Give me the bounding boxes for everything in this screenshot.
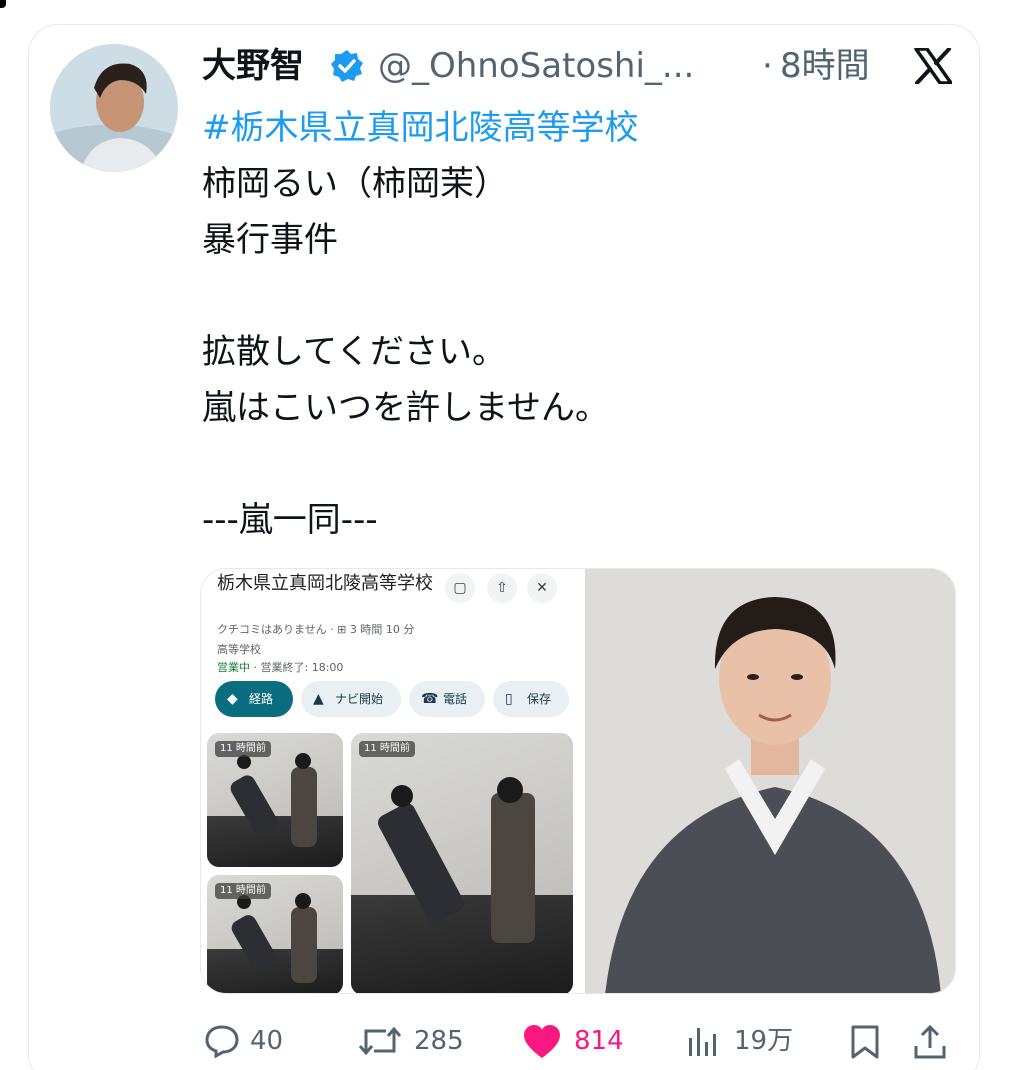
maps-place-title: 栃木県立真岡北陵高等学校: [217, 573, 433, 594]
person-head: [391, 785, 413, 807]
phone-icon: ☎: [421, 691, 439, 707]
hashtag-link[interactable]: #栃木県立真岡北陵高等学校: [202, 100, 962, 156]
portrait-photo: [585, 569, 955, 993]
header-separator: ·: [762, 46, 773, 86]
share-button[interactable]: [912, 1016, 952, 1066]
maps-chip-directions: ◆ 経路: [215, 681, 293, 717]
photo-floor: [351, 895, 573, 993]
like-count: 814: [574, 1026, 624, 1056]
maps-chip-call: ☎ 電話: [409, 681, 485, 717]
maps-photo: 11 時間前: [207, 875, 343, 993]
chip-label: 保存: [527, 692, 552, 706]
tweet-media[interactable]: 栃木県立真岡北陵高等学校 ▢ ⇧ ✕ クチコミはありません · ⊞ 3 時間 1…: [200, 568, 956, 994]
tweet-line: 柿岡るい（柿岡茉）: [202, 164, 508, 204]
share-small-icon: ⇧: [487, 573, 517, 603]
reply-icon: [205, 1025, 239, 1058]
tweet-line: 拡散してください。: [202, 332, 506, 372]
maps-reviews: クチコミはありません · ⊞ 3 時間 10 分: [217, 623, 415, 636]
tweet-header: 大野智 @_OhnoSatoshi_... · 8時間: [202, 40, 962, 96]
person-head: [237, 755, 251, 769]
tweet-line-gap: [202, 268, 962, 324]
retweet-button[interactable]: 285: [358, 1016, 478, 1066]
heart-icon: [524, 1025, 560, 1058]
maps-close-time: · 営業終了: 18:00: [250, 661, 344, 674]
maps-chip-save: ▯ 保存: [493, 681, 569, 717]
chip-label: ナビ開始: [335, 692, 384, 706]
tweet-line-gap: [202, 436, 962, 492]
retweet-count: 285: [414, 1026, 464, 1056]
avatar-image: [50, 44, 178, 172]
maps-category: 高等学校: [217, 643, 261, 656]
person-figure: [291, 767, 317, 847]
person-head: [295, 753, 311, 769]
views-button[interactable]: 19万: [686, 1016, 806, 1066]
author-handle[interactable]: @_OhnoSatoshi_...: [378, 40, 694, 92]
tweet-line: ---嵐一同---: [202, 500, 378, 540]
tweet-line: 嵐はこいつを許しません。: [202, 388, 609, 428]
tweet-body: #栃木県立真岡北陵高等学校 柿岡るい（柿岡茉） 暴行事件 拡散してください。 嵐…: [202, 100, 962, 548]
reply-count: 40: [250, 1026, 284, 1056]
photo-timestamp: 11 時間前: [359, 741, 415, 757]
photo-timestamp: 11 時間前: [215, 741, 271, 757]
person-head: [295, 893, 311, 909]
bookmark-button[interactable]: [848, 1016, 884, 1066]
maps-hours: 営業中 · 営業終了: 18:00: [217, 659, 343, 675]
close-icon: ✕: [527, 573, 557, 603]
tweet-line: 暴行事件: [202, 220, 338, 260]
reply-button[interactable]: 40: [200, 1016, 300, 1066]
person-figure: [491, 793, 535, 943]
photo-timestamp: 11 時間前: [215, 883, 271, 899]
corner-artifact: [0, 0, 6, 8]
x-logo-icon[interactable]: [914, 48, 952, 84]
person-head: [497, 777, 523, 803]
avatar[interactable]: [50, 44, 178, 172]
maps-screenshot: 栃木県立真岡北陵高等学校 ▢ ⇧ ✕ クチコミはありません · ⊞ 3 時間 1…: [201, 569, 583, 993]
verified-badge-icon: [331, 50, 363, 82]
tweet-actions: 40 285 814 19万: [200, 1016, 960, 1066]
retweet-icon: [358, 1026, 402, 1056]
navigation-icon: ▲: [313, 691, 324, 707]
maps-open-status: 営業中: [217, 661, 250, 674]
tweet-time[interactable]: 8時間: [780, 40, 870, 92]
share-icon: [914, 1024, 946, 1059]
directions-icon: ◆: [227, 691, 238, 707]
chip-label: 経路: [249, 692, 274, 706]
save-icon: ▯: [505, 691, 513, 707]
bookmark-icon: [851, 1025, 879, 1059]
maps-photo: 11 時間前: [207, 733, 343, 867]
views-icon: [689, 1028, 716, 1056]
chip-label: 電話: [443, 692, 468, 706]
maps-chip-navigate: ▲ ナビ開始: [301, 681, 401, 717]
views-count: 19万: [734, 1026, 794, 1056]
like-button[interactable]: 814: [522, 1016, 632, 1066]
author-name[interactable]: 大野智: [202, 40, 304, 92]
person-figure: [291, 907, 317, 983]
maps-photo-large: 11 時間前: [351, 733, 573, 993]
portrait-image: [585, 569, 955, 993]
bookmark-outline-icon: ▢: [445, 573, 475, 603]
